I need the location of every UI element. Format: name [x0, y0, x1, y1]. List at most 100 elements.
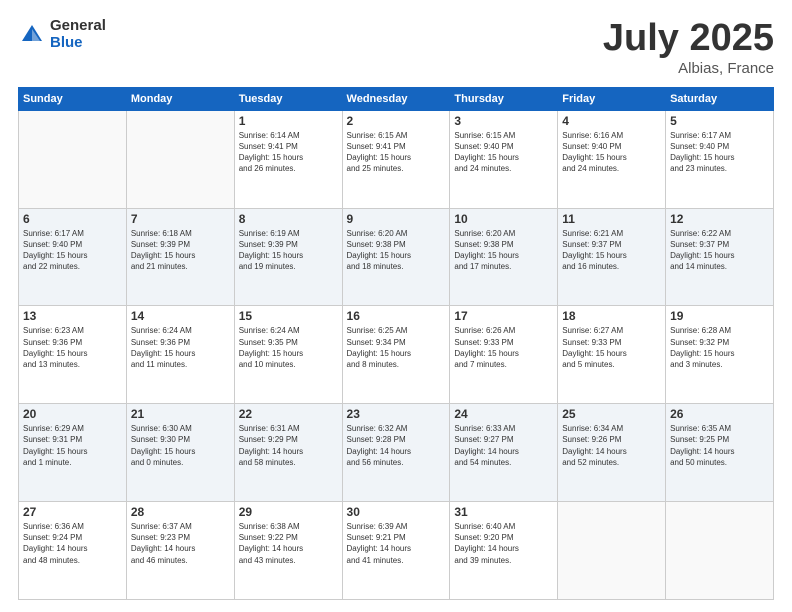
day-number: 24: [454, 407, 553, 421]
cell-info: Sunrise: 6:27 AM Sunset: 9:33 PM Dayligh…: [562, 325, 661, 370]
logo-icon: [18, 21, 46, 49]
calendar-week-row: 27 Sunrise: 6:36 AM Sunset: 9:24 PM Dayli…: [19, 502, 774, 600]
day-number: 31: [454, 505, 553, 519]
cell-info: Sunrise: 6:15 AM Sunset: 9:40 PM Dayligh…: [454, 130, 553, 175]
header: General Blue July 2025 Albias, France: [18, 18, 774, 77]
cell-info: Sunrise: 6:40 AM Sunset: 9:20 PM Dayligh…: [454, 521, 553, 566]
day-number: 20: [23, 407, 122, 421]
calendar-header-row: Sunday Monday Tuesday Wednesday Thursday…: [19, 87, 774, 110]
table-row: 22 Sunrise: 6:31 AM Sunset: 9:29 PM Dayli…: [234, 404, 342, 502]
day-number: 7: [131, 212, 230, 226]
month-year: July 2025: [603, 18, 774, 60]
day-number: 3: [454, 114, 553, 128]
col-sunday: Sunday: [19, 87, 127, 110]
cell-info: Sunrise: 6:14 AM Sunset: 9:41 PM Dayligh…: [239, 130, 338, 175]
table-row: 16Sunrise: 6:25 AM Sunset: 9:34 PM Dayli…: [342, 306, 450, 404]
cell-info: Sunrise: 6:26 AM Sunset: 9:33 PM Dayligh…: [454, 325, 553, 370]
day-number: 27: [23, 505, 122, 519]
cell-info: Sunrise: 6:19 AM Sunset: 9:39 PM Dayligh…: [239, 228, 338, 273]
cell-info: Sunrise: 6:37 AM Sunset: 9:23 PM Dayligh…: [131, 521, 230, 566]
table-row: 25Sunrise: 6:34 AM Sunset: 9:26 PM Dayli…: [558, 404, 666, 502]
col-thursday: Thursday: [450, 87, 558, 110]
col-tuesday: Tuesday: [234, 87, 342, 110]
table-row: 19 Sunrise: 6:28 AM Sunset: 9:32 PM Dayli…: [666, 306, 774, 404]
day-number: 28: [131, 505, 230, 519]
day-number: 21: [131, 407, 230, 421]
table-row: [666, 502, 774, 600]
table-row: 2 Sunrise: 6:15 AM Sunset: 9:41 PM Daylig…: [342, 110, 450, 208]
table-row: 5 Sunrise: 6:17 AM Sunset: 9:40 PM Daylig…: [666, 110, 774, 208]
cell-info: Sunrise: 6:36 AM Sunset: 9:24 PM Dayligh…: [23, 521, 122, 566]
day-number: 5: [670, 114, 769, 128]
table-row: 28 Sunrise: 6:37 AM Sunset: 9:23 PM Dayli…: [126, 502, 234, 600]
day-number: 30: [347, 505, 446, 519]
table-row: 27 Sunrise: 6:36 AM Sunset: 9:24 PM Dayli…: [19, 502, 127, 600]
day-number: 10: [454, 212, 553, 226]
table-row: [126, 110, 234, 208]
location: Albias, France: [603, 60, 774, 77]
table-row: 21 Sunrise: 6:30 AM Sunset: 9:30 PM Dayli…: [126, 404, 234, 502]
cell-info: Sunrise: 6:33 AM Sunset: 9:27 PM Dayligh…: [454, 423, 553, 468]
day-number: 6: [23, 212, 122, 226]
col-friday: Friday: [558, 87, 666, 110]
table-row: [558, 502, 666, 600]
table-row: 30 Sunrise: 6:39 AM Sunset: 9:21 PM Dayli…: [342, 502, 450, 600]
day-number: 8: [239, 212, 338, 226]
table-row: 31 Sunrise: 6:40 AM Sunset: 9:20 PM Dayli…: [450, 502, 558, 600]
day-number: 22: [239, 407, 338, 421]
table-row: 11Sunrise: 6:21 AM Sunset: 9:37 PM Dayli…: [558, 208, 666, 306]
day-number: 26: [670, 407, 769, 421]
table-row: [19, 110, 127, 208]
table-row: 29 Sunrise: 6:38 AM Sunset: 9:22 PM Dayli…: [234, 502, 342, 600]
table-row: 8 Sunrise: 6:19 AM Sunset: 9:39 PM Daylig…: [234, 208, 342, 306]
table-row: 12Sunrise: 6:22 AM Sunset: 9:37 PM Dayli…: [666, 208, 774, 306]
title-block: July 2025 Albias, France: [603, 18, 774, 77]
table-row: 26Sunrise: 6:35 AM Sunset: 9:25 PM Dayli…: [666, 404, 774, 502]
table-row: 13Sunrise: 6:23 AM Sunset: 9:36 PM Dayli…: [19, 306, 127, 404]
logo-blue-text: Blue: [50, 35, 106, 52]
table-row: 4 Sunrise: 6:16 AM Sunset: 9:40 PM Daylig…: [558, 110, 666, 208]
day-number: 19: [670, 309, 769, 323]
table-row: 24 Sunrise: 6:33 AM Sunset: 9:27 PM Dayli…: [450, 404, 558, 502]
day-number: 18: [562, 309, 661, 323]
day-number: 25: [562, 407, 661, 421]
logo-text: General Blue: [50, 18, 106, 51]
cell-info: Sunrise: 6:29 AM Sunset: 9:31 PM Dayligh…: [23, 423, 122, 468]
day-number: 4: [562, 114, 661, 128]
cell-info: Sunrise: 6:16 AM Sunset: 9:40 PM Dayligh…: [562, 130, 661, 175]
logo-general-text: General: [50, 18, 106, 35]
cell-info: Sunrise: 6:32 AM Sunset: 9:28 PM Dayligh…: [347, 423, 446, 468]
table-row: 7 Sunrise: 6:18 AM Sunset: 9:39 PM Daylig…: [126, 208, 234, 306]
day-number: 17: [454, 309, 553, 323]
day-number: 15: [239, 309, 338, 323]
table-row: 18 Sunrise: 6:27 AM Sunset: 9:33 PM Dayli…: [558, 306, 666, 404]
cell-info: Sunrise: 6:15 AM Sunset: 9:41 PM Dayligh…: [347, 130, 446, 175]
day-number: 1: [239, 114, 338, 128]
day-number: 11: [562, 212, 661, 226]
table-row: 10Sunrise: 6:20 AM Sunset: 9:38 PM Dayli…: [450, 208, 558, 306]
cell-info: Sunrise: 6:25 AM Sunset: 9:34 PM Dayligh…: [347, 325, 446, 370]
table-row: 15 Sunrise: 6:24 AM Sunset: 9:35 PM Dayli…: [234, 306, 342, 404]
table-row: 14Sunrise: 6:24 AM Sunset: 9:36 PM Dayli…: [126, 306, 234, 404]
cell-info: Sunrise: 6:17 AM Sunset: 9:40 PM Dayligh…: [670, 130, 769, 175]
cell-info: Sunrise: 6:39 AM Sunset: 9:21 PM Dayligh…: [347, 521, 446, 566]
page: General Blue July 2025 Albias, France Su…: [0, 0, 792, 612]
table-row: 17 Sunrise: 6:26 AM Sunset: 9:33 PM Dayli…: [450, 306, 558, 404]
cell-info: Sunrise: 6:18 AM Sunset: 9:39 PM Dayligh…: [131, 228, 230, 273]
day-number: 2: [347, 114, 446, 128]
table-row: 20 Sunrise: 6:29 AM Sunset: 9:31 PM Dayli…: [19, 404, 127, 502]
cell-info: Sunrise: 6:28 AM Sunset: 9:32 PM Dayligh…: [670, 325, 769, 370]
cell-info: Sunrise: 6:30 AM Sunset: 9:30 PM Dayligh…: [131, 423, 230, 468]
cell-info: Sunrise: 6:38 AM Sunset: 9:22 PM Dayligh…: [239, 521, 338, 566]
day-number: 12: [670, 212, 769, 226]
calendar-table: Sunday Monday Tuesday Wednesday Thursday…: [18, 87, 774, 600]
cell-info: Sunrise: 6:17 AM Sunset: 9:40 PM Dayligh…: [23, 228, 122, 273]
cell-info: Sunrise: 6:20 AM Sunset: 9:38 PM Dayligh…: [347, 228, 446, 273]
day-number: 29: [239, 505, 338, 519]
cell-info: Sunrise: 6:31 AM Sunset: 9:29 PM Dayligh…: [239, 423, 338, 468]
calendar-week-row: 1 Sunrise: 6:14 AM Sunset: 9:41 PM Daylig…: [19, 110, 774, 208]
table-row: 3 Sunrise: 6:15 AM Sunset: 9:40 PM Daylig…: [450, 110, 558, 208]
calendar-week-row: 20 Sunrise: 6:29 AM Sunset: 9:31 PM Dayli…: [19, 404, 774, 502]
cell-info: Sunrise: 6:24 AM Sunset: 9:35 PM Dayligh…: [239, 325, 338, 370]
table-row: 6 Sunrise: 6:17 AM Sunset: 9:40 PM Daylig…: [19, 208, 127, 306]
